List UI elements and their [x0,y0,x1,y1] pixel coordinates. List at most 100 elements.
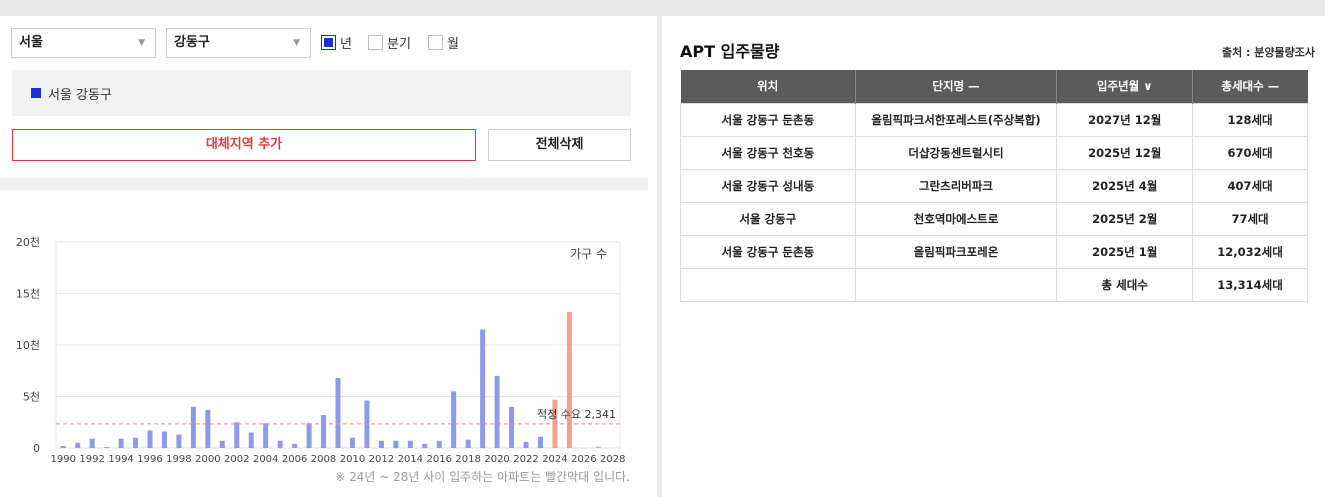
bar [176,434,182,448]
col-units-header[interactable]: 총세대수 — [1192,70,1308,103]
x-tick-label: 2008 [311,454,336,462]
chevron-down-icon: ▼ [293,38,300,48]
bar [436,440,442,448]
table-row: 서울 강동구 천호동 더샵강동센트럴시티 2025년 12월 670세대 [680,135,1308,170]
bar [205,409,211,448]
x-tick-label: 2000 [195,454,220,462]
y-tick-label: 5천 [23,390,40,404]
x-tick-label: 2004 [253,454,278,462]
district-select-value: 강동구 [174,35,210,50]
table-row: 서울 강동구 둔촌동 올림픽파크포레온 2025년 1월 12,032세대 [680,234,1308,269]
table-row: 서울 강동구 성내동 그란츠리버파크 2025년 4월 407세대 [680,168,1308,203]
x-tick-label: 2006 [282,454,307,462]
table-cell: 2025년 2월 [1056,201,1194,236]
table-row: 서울 강동구 둔촌동 올림픽파크서한포레스트(주상복합) 2027년 12월 128세… [680,102,1308,137]
selected-region-list: 서울 강동구 [12,70,631,116]
table-cell: 12,032세대 [1192,234,1308,269]
bar [75,442,81,448]
table-cell: 128세대 [1192,102,1308,137]
bar [60,445,66,448]
delete-all-button[interactable]: 전체삭제 [488,129,631,161]
table-cell: 서울 강동구 성내동 [680,168,856,203]
x-tick-label: 2010 [340,454,365,462]
data-source: 출처 : 분양물량조사 [1221,46,1315,59]
bar [161,431,167,448]
col-complex-header[interactable]: 단지명 — [855,70,1058,103]
table-cell: 서울 강동구 천호동 [680,135,856,170]
bar [349,437,355,448]
table-cell: 670세대 [1192,135,1308,170]
bar [248,432,254,448]
bar [118,438,124,448]
x-tick-label: 2012 [369,454,394,462]
checkbox-empty-icon [428,35,443,50]
period-quarter-checkbox[interactable]: 분기 [368,33,411,52]
x-tick-label: 1994 [108,454,133,462]
col-location-header[interactable]: 위치 [680,70,856,103]
x-tick-label: 2022 [513,454,538,462]
district-select[interactable]: 강동구 ▼ [166,28,311,58]
table-cell: 77세대 [1192,201,1308,236]
table-cell: 407세대 [1192,168,1308,203]
table-cell: 13,314세대 [1192,267,1308,302]
table-cell: 그란츠리버파크 [854,168,1058,203]
y-tick-label: 20천 [16,235,40,249]
bar [407,440,413,448]
table-cell: 2025년 4월 [1056,168,1194,203]
section-divider [0,178,648,190]
checkbox-checked-icon [321,35,336,50]
bar [451,391,457,448]
bar [595,446,601,448]
x-tick-label: 2024 [542,454,567,462]
bar [509,406,515,448]
table-cell: 더샵강동센트럴시티 [854,135,1058,170]
x-tick-label: 2002 [224,454,249,462]
bar [219,440,225,448]
period-quarter-label: 분기 [387,37,411,52]
x-tick-label: 2016 [427,454,452,462]
x-tick-label: 1996 [137,454,162,462]
bar [566,312,572,448]
bar [480,329,486,448]
chart-note: ※ 24년 ~ 28년 사이 입주하는 아파트는 빨간막대 입니다. [335,470,630,484]
table-cell: 올림픽파크서한포레스트(주상복합) [854,102,1058,137]
bar [335,377,341,448]
table-cell [854,267,1058,302]
bar [306,423,312,448]
bar [133,437,139,448]
bar [321,415,327,448]
bar [263,423,269,448]
selected-region-item[interactable]: 서울 강동구 [48,84,112,103]
bar [537,436,543,448]
x-tick-label: 2014 [398,454,423,462]
y-axis-label: 가구 수 [570,247,607,261]
x-tick-label: 2020 [484,454,509,462]
bar [494,375,500,448]
period-year-label: 년 [340,37,352,52]
bar [422,443,428,448]
left-panel: 서울 ▼ 강동구 ▼ 년 분기 월 서울 강동구 대체지역 추가 전체삭제 0 5… [0,16,657,497]
bar [292,443,298,448]
bar [465,439,471,448]
bar [523,441,529,448]
add-region-button[interactable]: 대체지역 추가 [12,129,476,161]
table-cell: 서울 강동구 [680,201,856,236]
x-tick-label: 2028 [600,454,625,462]
y-tick-label: 0 [33,442,40,455]
table-cell: 총 세대수 [1056,267,1194,302]
chevron-down-icon: ▼ [138,38,145,48]
right-panel: APT 입주물량 출처 : 분양물량조사 위치 단지명 — 입주년월 ∨ 총세대… [662,16,1325,497]
table-cell: 2025년 12월 [1056,135,1194,170]
bar [147,430,153,448]
city-select[interactable]: 서울 ▼ [11,28,156,58]
period-month-label: 월 [447,37,459,52]
x-tick-label: 1992 [79,454,104,462]
y-tick-label: 10천 [16,338,40,352]
period-month-checkbox[interactable]: 월 [428,33,459,52]
col-date-header[interactable]: 입주년월 ∨ [1056,70,1194,103]
table-row: 총 세대수 13,314세대 [680,267,1308,302]
reference-line-label: 적정 수요 2,341 [537,408,616,421]
period-year-checkbox[interactable]: 년 [321,33,352,52]
bar [378,440,384,448]
table-row: 서울 강동구 천호역마에스트로 2025년 2월 77세대 [680,201,1308,236]
